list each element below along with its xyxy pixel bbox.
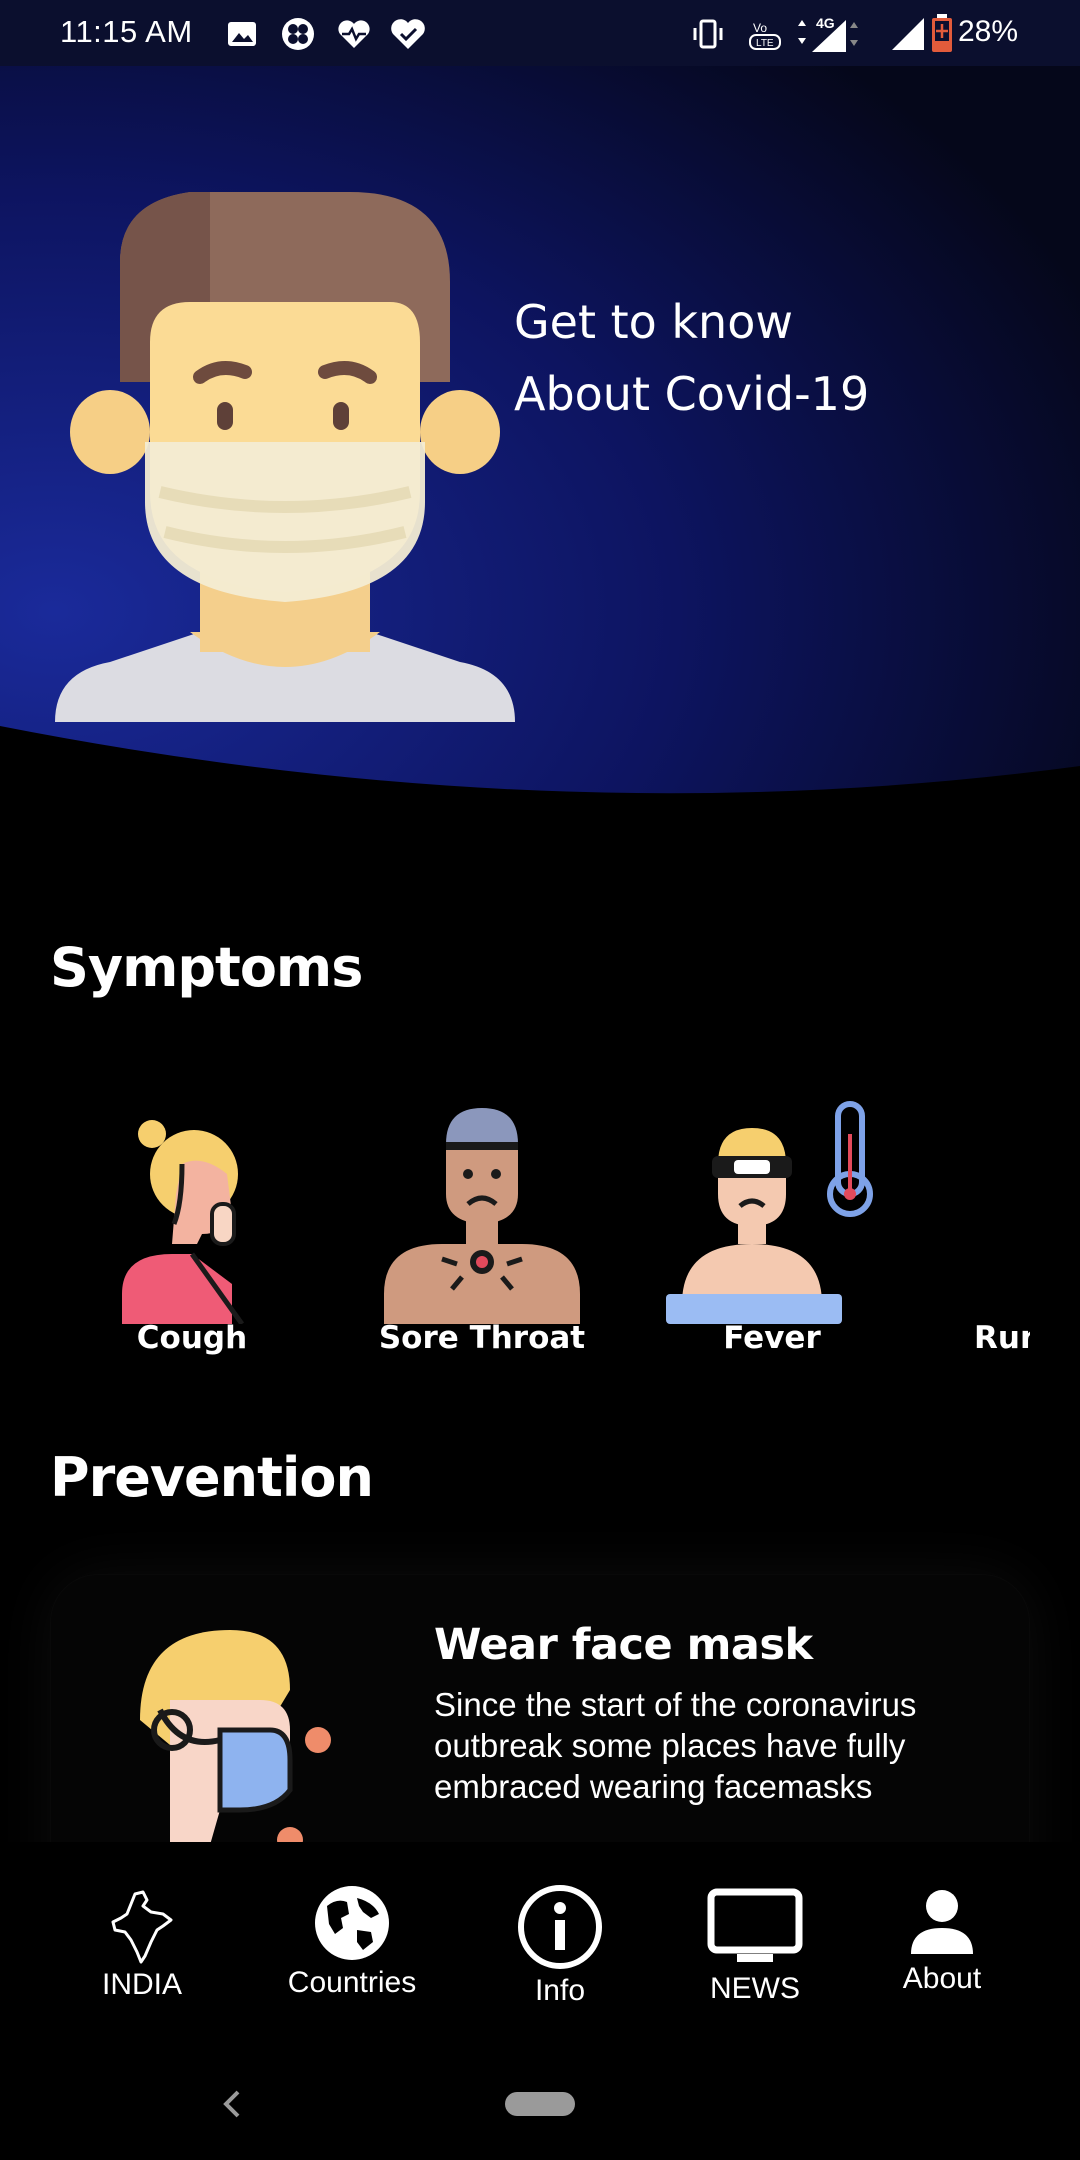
symptom-label: Sore Throat: [378, 1320, 586, 1356]
vibrate-icon: [693, 19, 723, 49]
bottom-navigation: INDIA Countries Info NEWS About: [0, 1842, 1080, 2042]
battery-icon: [932, 14, 952, 52]
prevention-card-title: Wear face mask: [434, 1620, 813, 1670]
image-icon: [228, 22, 256, 46]
info-icon: [518, 1885, 602, 1969]
4g-signal-icon: 4G: [798, 15, 858, 52]
person-icon: [911, 1890, 973, 1954]
system-back-icon[interactable]: [220, 2088, 244, 2120]
svg-text:Vo: Vo: [753, 21, 767, 35]
status-time: 11:15 AM: [60, 14, 193, 49]
hero-title-line1: Get to know: [514, 295, 793, 349]
runny-nose-person-icon: [1000, 1094, 1030, 1324]
svg-text:LTE: LTE: [756, 38, 774, 49]
battery-percent: 28%: [957, 15, 1018, 48]
masked-man-illustration: [55, 192, 515, 722]
signal-icon: [892, 18, 924, 50]
globe-icon: [315, 1886, 389, 1960]
fever-person-icon: [666, 1101, 873, 1324]
symptom-label: Run: [974, 1320, 1030, 1356]
tv-icon: [707, 1888, 803, 1962]
nav-label: INDIA: [101, 1968, 182, 2001]
nav-item-countries[interactable]: Countries: [282, 1884, 422, 2000]
heartbeat-icon: [338, 20, 370, 48]
volte-icon: Vo LTE: [749, 21, 781, 50]
svg-text:4G: 4G: [816, 15, 835, 31]
nav-item-news[interactable]: NEWS: [700, 1888, 810, 2006]
nav-item-india[interactable]: INDIA: [92, 1890, 192, 2002]
nav-label: Countries: [287, 1966, 417, 1999]
symptom-label: Cough: [136, 1320, 248, 1356]
hero-title: Get to know About Covid-19: [514, 286, 1034, 430]
system-home-pill[interactable]: [505, 2092, 575, 2116]
nav-item-info[interactable]: Info: [510, 1884, 610, 2008]
symptoms-list[interactable]: Cough Sore Throat Fever Ru: [0, 1080, 1030, 1370]
hero-title-line2: About Covid-19: [514, 367, 870, 421]
fan-icon: [282, 18, 314, 50]
cough-person-icon: [122, 1120, 245, 1324]
india-map-icon: [111, 1890, 173, 1964]
heart-check-icon: [391, 19, 425, 49]
nav-item-about[interactable]: About: [892, 1888, 992, 1996]
status-bar: 11:15 AM Vo LTE 4G 28%: [0, 0, 1080, 66]
symptom-card-sore-throat[interactable]: Sore Throat: [352, 1080, 612, 1370]
symptom-card-cough[interactable]: Cough: [62, 1080, 322, 1370]
nav-label: Info: [534, 1974, 586, 2007]
nav-label: About: [902, 1962, 982, 1995]
symptoms-title: Symptoms: [50, 936, 363, 999]
prevention-title: Prevention: [50, 1446, 374, 1509]
hero-banner: Get to know About Covid-19: [0, 66, 1080, 846]
sore-throat-person-icon: [384, 1108, 580, 1324]
symptom-card-fever[interactable]: Fever: [642, 1080, 902, 1370]
nav-label: NEWS: [710, 1972, 800, 2005]
prevention-card-text: Since the start of the coronavirus outbr…: [434, 1686, 917, 1805]
symptom-label: Fever: [723, 1320, 821, 1356]
symptom-card-runny-nose[interactable]: Run: [950, 1080, 1030, 1370]
